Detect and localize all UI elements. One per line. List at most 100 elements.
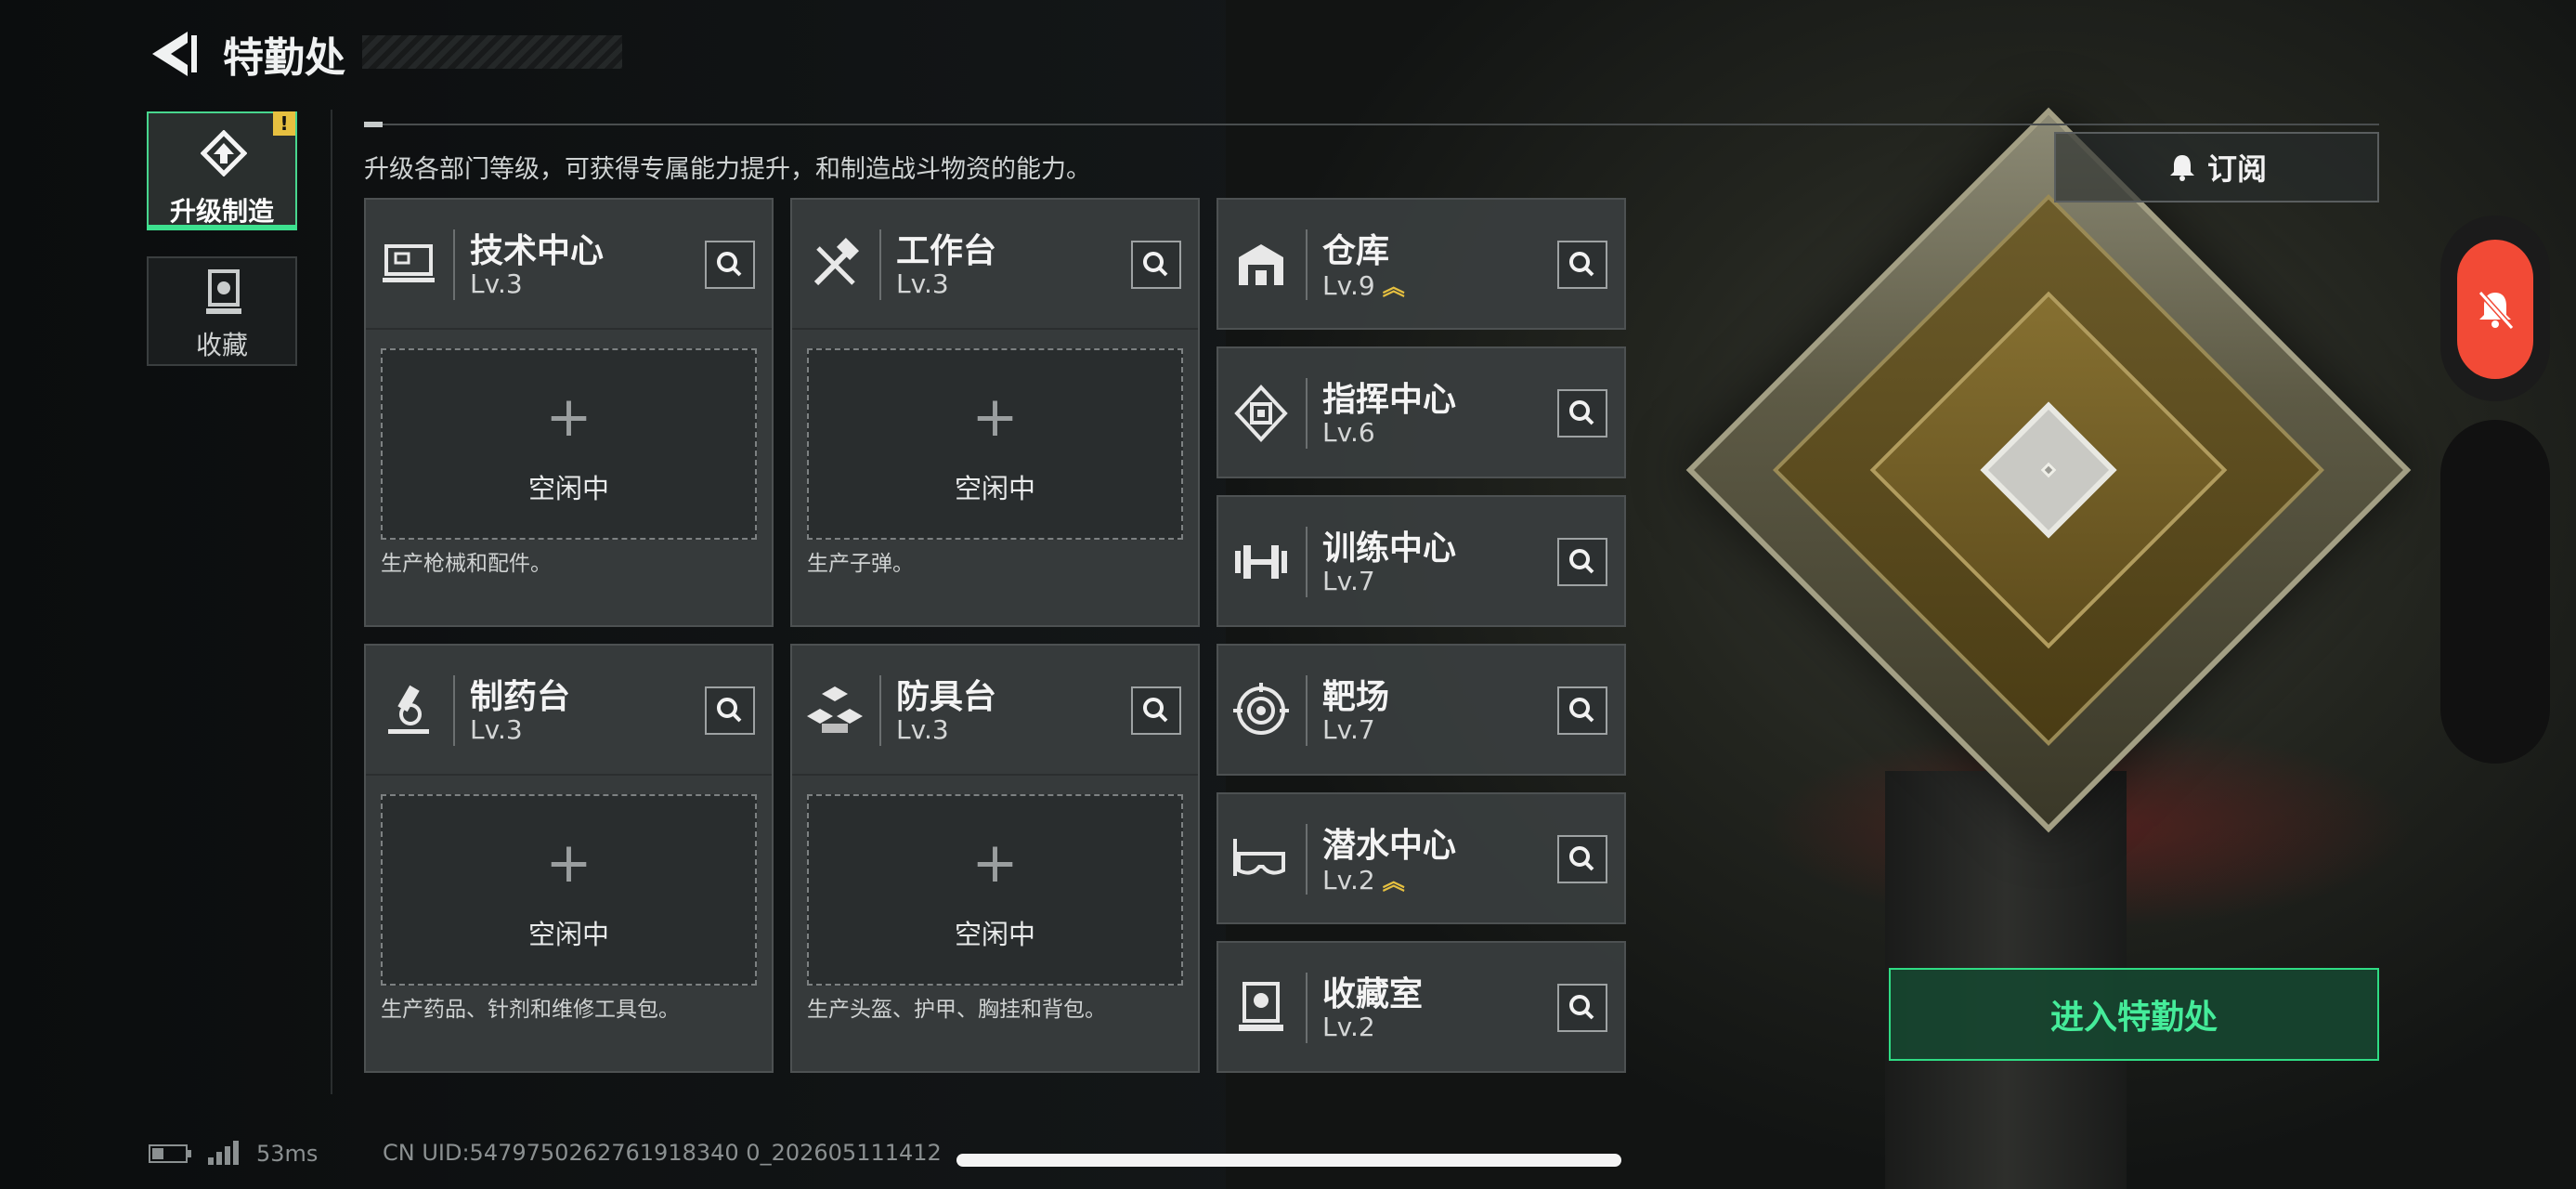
separator — [879, 675, 881, 746]
divider — [364, 124, 2379, 125]
search-button[interactable] — [1557, 686, 1607, 735]
search-button[interactable] — [1557, 241, 1607, 289]
facility-description: 生产子弹。 — [807, 552, 914, 576]
search-button[interactable] — [705, 686, 755, 735]
warehouse-icon — [1239, 244, 1283, 285]
card-header: 制药台 Lv.3 — [366, 646, 772, 776]
sidebar-item-collection[interactable]: 收藏 — [147, 256, 297, 366]
search-button[interactable] — [1131, 241, 1181, 289]
separator — [1306, 675, 1308, 746]
facility-level: Lv.6 — [1322, 417, 1375, 448]
divider — [331, 110, 332, 1094]
facility-name: 收藏室 — [1322, 975, 1424, 1013]
collection-icon — [206, 269, 241, 314]
bell-icon — [2169, 155, 2194, 181]
plus-icon: + — [545, 830, 592, 895]
search-button[interactable] — [1557, 538, 1607, 586]
active-indicator — [147, 225, 297, 230]
facility-card-warehouse[interactable]: 仓库 Lv.9 ︽ — [1216, 198, 1626, 330]
command-center-icon — [1234, 385, 1288, 442]
production-slot[interactable]: + 空闲中 — [807, 348, 1183, 540]
facility-card-armor-bench: 防具台 Lv.3 + 空闲中 生产头盔、护甲、胸挂和背包。 — [790, 644, 1200, 1073]
facility-level: Lv.9 ︽ — [1322, 270, 1405, 301]
sidebar-item-label: 收藏 — [195, 330, 248, 360]
card-header: 技术中心 Lv.3 — [366, 200, 772, 330]
pharmacy-icon — [388, 685, 429, 734]
production-slot[interactable]: + 空闲中 — [381, 348, 757, 540]
target-icon — [1233, 683, 1289, 735]
facility-card-training-center[interactable]: 训练中心 Lv.7 — [1216, 495, 1626, 627]
separator — [1306, 824, 1308, 895]
slot-status: 空闲中 — [954, 473, 1035, 504]
facility-card-pharmacy: 制药台 Lv.3 + 空闲中 生产药品、针剂和维修工具包。 — [364, 644, 774, 1073]
signal-icon — [208, 1141, 239, 1165]
separator — [879, 229, 881, 300]
facility-level: Lv.3 — [470, 714, 523, 745]
level-up-chevron-icon: ︽ — [1382, 869, 1405, 895]
upgrade-icon — [201, 130, 247, 176]
facility-level: Lv.7 — [1322, 714, 1375, 745]
search-button[interactable] — [1557, 835, 1607, 883]
facility-name: 训练中心 — [1322, 529, 1457, 568]
search-icon — [717, 252, 742, 277]
production-slot[interactable]: + 空闲中 — [807, 794, 1183, 986]
facility-card-collection-room[interactable]: 收藏室 Lv.2 — [1216, 941, 1626, 1073]
facility-card-command-center[interactable]: 指挥中心 Lv.6 — [1216, 346, 1626, 478]
separator — [1306, 378, 1308, 449]
facility-level: Lv.3 — [470, 268, 523, 299]
search-button[interactable] — [1557, 389, 1607, 438]
plus-icon: + — [971, 830, 1019, 895]
ping-value: 53ms — [256, 1141, 319, 1167]
separator — [1306, 527, 1308, 597]
status-bar: 53ms — [149, 1141, 318, 1167]
search-icon — [1569, 400, 1594, 425]
search-icon — [1569, 995, 1594, 1020]
sidebar-item-label: 升级制造 — [169, 196, 274, 227]
bell-slash-icon — [2478, 290, 2515, 331]
slot-status: 空闲中 — [954, 919, 1035, 950]
separator — [453, 675, 455, 746]
level-up-chevron-icon: ︽ — [1382, 274, 1405, 300]
search-icon — [1569, 549, 1594, 574]
subscribe-label: 订阅 — [2206, 151, 2267, 187]
separator — [1306, 229, 1308, 300]
facility-name: 技术中心 — [470, 232, 605, 270]
search-icon — [1143, 252, 1168, 277]
search-icon — [1569, 698, 1594, 723]
mute-toggle[interactable] — [2457, 240, 2533, 379]
facility-card-workbench: 工作台 Lv.3 + 空闲中 生产子弹。 — [790, 198, 1200, 627]
facility-name: 指挥中心 — [1322, 381, 1457, 419]
search-icon — [1569, 252, 1594, 277]
back-button[interactable] — [147, 28, 202, 80]
back-arrow-icon — [152, 32, 197, 76]
collection-room-icon — [1239, 982, 1283, 1031]
page-title: 特勤处 — [223, 34, 345, 82]
facility-name: 仓库 — [1322, 232, 1390, 270]
facility-card-diving-center[interactable]: 潜水中心 Lv.2 ︽ — [1216, 792, 1626, 924]
production-slot[interactable]: + 空闲中 — [381, 794, 757, 986]
dumbbell-icon — [1235, 545, 1287, 579]
facility-card-shooting-range[interactable]: 靶场 Lv.7 — [1216, 644, 1626, 776]
search-button[interactable] — [705, 241, 755, 289]
search-icon — [1143, 698, 1168, 723]
plus-icon: + — [971, 385, 1019, 450]
search-button[interactable] — [1557, 984, 1607, 1032]
diving-mask-icon — [1233, 839, 1285, 876]
facility-level: Lv.7 — [1322, 566, 1375, 596]
facility-level: Lv.2 ︽ — [1322, 865, 1405, 895]
subscribe-button[interactable]: 订阅 — [2054, 132, 2379, 203]
card-header: 工作台 Lv.3 — [792, 200, 1198, 330]
home-indicator[interactable] — [956, 1154, 1621, 1167]
separator — [453, 229, 455, 300]
facility-description: 生产枪械和配件。 — [381, 552, 552, 576]
armor-bench-icon — [807, 686, 863, 733]
title-decoration — [362, 35, 622, 69]
search-button[interactable] — [1131, 686, 1181, 735]
plus-icon: + — [545, 385, 592, 450]
section-description: 升级各部门等级，可获得专属能力提升，和制造战斗物资的能力。 — [364, 155, 1091, 184]
side-panel-pill — [2440, 420, 2550, 764]
separator — [1306, 973, 1308, 1043]
enter-special-ops-button[interactable]: 进入特勤处 — [1889, 968, 2379, 1061]
facility-name: 防具台 — [896, 678, 997, 716]
tech-center-icon — [383, 244, 435, 282]
